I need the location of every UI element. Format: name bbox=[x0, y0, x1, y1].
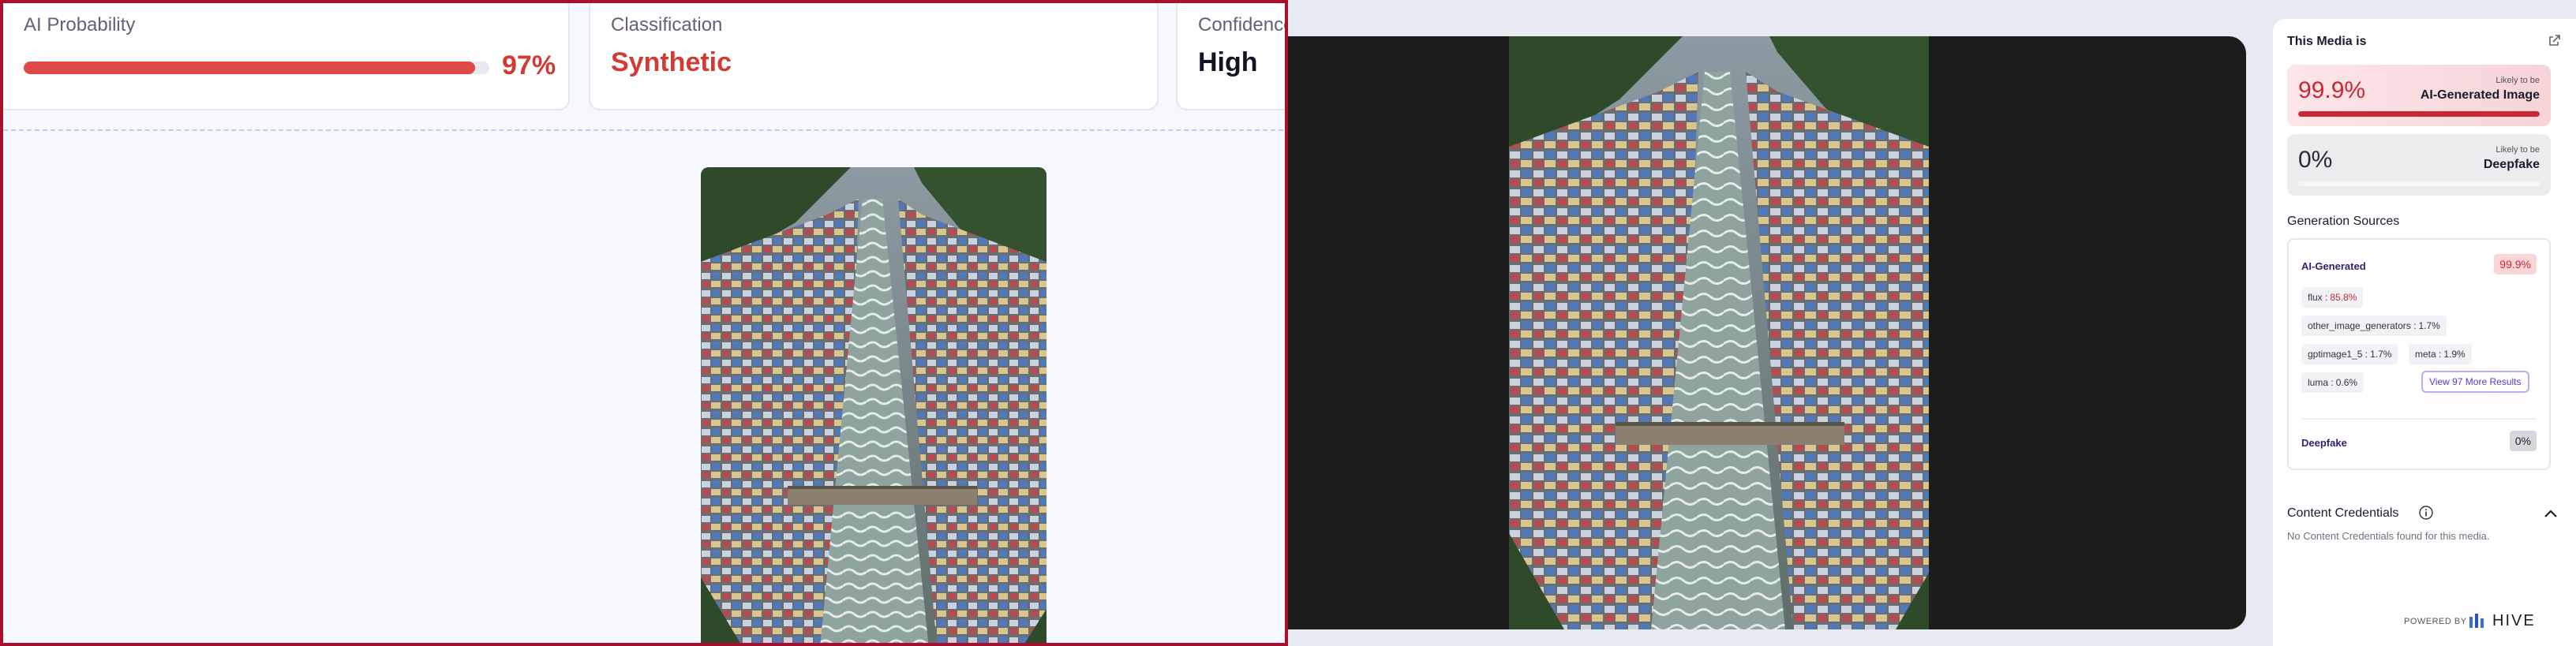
view-more-results-button[interactable]: View 97 More Results bbox=[2421, 371, 2529, 393]
ai-generated-bar bbox=[2298, 111, 2540, 117]
source-chip-gptimage1-5: gptimage1_5 :1.7% bbox=[2301, 344, 2398, 364]
classification-title: Classification bbox=[611, 14, 723, 35]
ai-generated-bar-fill bbox=[2298, 111, 2540, 117]
generation-sources-box: AI-Generated 99.9% flux :85.8% other_ima… bbox=[2287, 238, 2551, 470]
chip-value: 0.6% bbox=[2335, 377, 2358, 388]
hive-brand: HIVE bbox=[2492, 612, 2536, 629]
generation-sources-heading: Generation Sources bbox=[2287, 215, 2400, 228]
deepfake-label: Deepfake bbox=[2483, 158, 2540, 171]
ai-probability-card: AI Probability 97% bbox=[3, 3, 570, 110]
source-chip-meta: meta :1.9% bbox=[2409, 344, 2472, 364]
source-chip-flux: flux :85.8% bbox=[2301, 287, 2364, 308]
ai-generated-label: AI-Generated Image bbox=[2420, 88, 2540, 102]
dashed-divider bbox=[3, 129, 1285, 131]
classification-card: Classification Synthetic bbox=[589, 3, 1159, 110]
content-credentials-text: No Content Credentials found for this me… bbox=[2287, 530, 2490, 542]
deepfake-source-label: Deepfake bbox=[2301, 437, 2347, 449]
results-sidebar: This Media is 99.9% Likely to be AI-Gene… bbox=[2273, 19, 2576, 646]
source-chip-luma: luma :0.6% bbox=[2301, 372, 2364, 393]
confidence-value: High bbox=[1198, 47, 1258, 77]
confidence-title: Confidence bbox=[1198, 14, 1288, 35]
confidence-card: Confidence High bbox=[1176, 3, 1288, 110]
sources-divider bbox=[2301, 418, 2537, 420]
deepfake-score-card: 0% Likely to be Deepfake bbox=[2287, 134, 2551, 196]
ai-probability-bar-fill bbox=[24, 62, 476, 74]
media-viewer[interactable] bbox=[1288, 36, 2246, 629]
chip-value: 1.7% bbox=[2370, 349, 2392, 360]
external-link-icon[interactable] bbox=[2548, 33, 2562, 47]
ai-probability-title: AI Probability bbox=[24, 14, 136, 35]
source-chip-other-image-generators: other_image_generators :1.7% bbox=[2301, 316, 2447, 336]
ai-generated-source-label: AI-Generated bbox=[2301, 260, 2366, 272]
powered-by-label: POWERED BY bbox=[2404, 617, 2467, 626]
ai-probability-bar bbox=[24, 62, 489, 74]
chip-name: meta bbox=[2415, 349, 2436, 360]
right-panel: This Media is 99.9% Likely to be AI-Gene… bbox=[1288, 0, 2576, 646]
deepfake-source-badge: 0% bbox=[2509, 431, 2537, 451]
ai-probability-value: 97% bbox=[502, 50, 556, 80]
river-village-image-large bbox=[1509, 36, 1929, 629]
ai-generated-likely-label: Likely to be bbox=[2496, 76, 2540, 85]
chip-value: 85.8% bbox=[2330, 292, 2357, 303]
deepfake-likely-label: Likely to be bbox=[2496, 145, 2540, 155]
ai-generated-score-card: 99.9% Likely to be AI-Generated Image bbox=[2287, 65, 2551, 126]
ai-generated-percent: 99.9% bbox=[2298, 77, 2366, 103]
chevron-up-icon[interactable] bbox=[2543, 508, 2559, 519]
app-root: AI Probability 97% Classification Synthe… bbox=[0, 0, 2576, 646]
info-icon[interactable] bbox=[2418, 505, 2434, 521]
ai-generated-source-badge: 99.9% bbox=[2494, 254, 2537, 274]
chip-name: luma bbox=[2308, 377, 2329, 388]
media-preview[interactable] bbox=[1509, 36, 1929, 629]
chip-name: other_image_generators bbox=[2308, 320, 2411, 331]
chip-value: 1.9% bbox=[2443, 349, 2466, 360]
content-credentials-heading: Content Credentials bbox=[2287, 506, 2399, 520]
chip-name: gptimage1_5 bbox=[2308, 349, 2363, 360]
results-title: This Media is bbox=[2287, 35, 2367, 48]
classification-value: Synthetic bbox=[611, 47, 732, 77]
river-village-image bbox=[701, 167, 1046, 643]
media-thumbnail[interactable] bbox=[701, 167, 1046, 643]
left-panel: AI Probability 97% Classification Synthe… bbox=[0, 0, 1288, 646]
deepfake-percent: 0% bbox=[2298, 147, 2333, 173]
chip-value: 1.7% bbox=[2418, 320, 2440, 331]
hive-logo-icon bbox=[2469, 614, 2484, 628]
chip-name: flux bbox=[2308, 292, 2323, 303]
deepfake-bar bbox=[2298, 181, 2540, 186]
